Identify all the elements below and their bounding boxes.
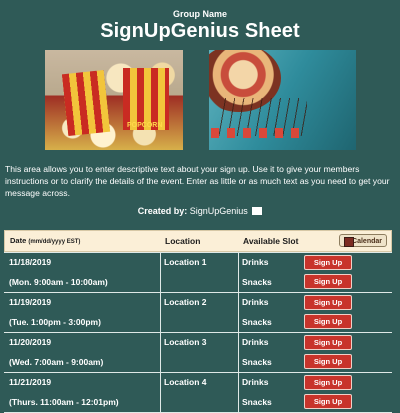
column-divider	[238, 333, 239, 372]
slot-snacks: Snacks	[242, 317, 272, 327]
sign-up-button[interactable]: Sign Up	[304, 295, 352, 310]
swing-carousel-image	[209, 50, 356, 150]
row-location: Location 3	[164, 337, 207, 347]
sign-up-button[interactable]: Sign Up	[304, 314, 352, 329]
slot-snacks: Snacks	[242, 357, 272, 367]
row-location: Location 4	[164, 377, 207, 387]
creator-name[interactable]: SignUpGenius	[190, 206, 248, 216]
table-row: 11/21/2019 (Thurs. 11:00am - 12:01pm) Lo…	[4, 372, 392, 413]
group-name: Group Name	[172, 9, 227, 19]
popcorn-box-left	[61, 69, 111, 137]
header-date-label: Date	[10, 236, 27, 245]
row-location: Location 2	[164, 297, 207, 307]
slot-drinks: Drinks	[242, 377, 269, 387]
slot-drinks: Drinks	[242, 297, 269, 307]
header-slot: Available Slot	[243, 236, 299, 246]
sheet-title: SignUpGenius Sheet	[100, 20, 300, 42]
table-row: 11/18/2019 (Mon. 9:00am - 10:00am) Locat…	[4, 252, 392, 292]
table-row: 11/19/2019 (Tue. 1:00pm - 3:00pm) Locati…	[4, 292, 392, 332]
calendar-icon	[344, 237, 354, 247]
popcorn-image: POPCORN	[45, 50, 183, 150]
column-divider	[160, 253, 161, 292]
row-date: 11/19/2019	[9, 297, 52, 307]
slot-drinks: Drinks	[242, 257, 269, 267]
column-divider	[160, 333, 161, 372]
row-location: Location 1	[164, 257, 207, 267]
calendar-button-label: Calendar	[352, 238, 382, 245]
signup-page: Group Name SignUpGenius Sheet POPCORN Th…	[0, 0, 400, 413]
sign-up-button[interactable]: Sign Up	[304, 375, 352, 390]
header-location: Location	[165, 236, 201, 246]
slot-drinks: Drinks	[242, 337, 269, 347]
sign-up-button[interactable]: Sign Up	[304, 335, 352, 350]
row-time: (Wed. 7:00am - 9:00am)	[9, 357, 104, 367]
signup-table: Date (mm/dd/yyyy EST) Location Available…	[4, 230, 392, 413]
sign-up-button[interactable]: Sign Up	[304, 394, 352, 409]
table-row: 11/20/2019 (Wed. 7:00am - 9:00am) Locati…	[4, 332, 392, 372]
sign-up-button[interactable]: Sign Up	[304, 274, 352, 289]
created-by-label: Created by:	[137, 206, 188, 216]
sign-up-button[interactable]: Sign Up	[304, 354, 352, 369]
carousel-seats	[211, 128, 307, 138]
signup-description: This area allows you to enter descriptiv…	[5, 164, 390, 198]
table-header-row: Date (mm/dd/yyyy EST) Location Available…	[4, 230, 392, 252]
column-divider	[160, 293, 161, 332]
row-date: 11/18/2019	[9, 257, 52, 267]
column-divider	[160, 373, 161, 412]
popcorn-box-right	[123, 68, 169, 130]
created-by: Created by: SignUpGenius	[0, 206, 400, 216]
popcorn-caption: POPCORN	[127, 122, 163, 129]
row-date: 11/21/2019	[9, 377, 52, 387]
column-divider	[238, 373, 239, 412]
header-date-format: (mm/dd/yyyy EST)	[28, 239, 81, 245]
row-time: (Tue. 1:00pm - 3:00pm)	[9, 317, 101, 327]
calendar-button[interactable]: Calendar	[339, 234, 387, 247]
row-date: 11/20/2019	[9, 337, 52, 347]
column-divider	[238, 253, 239, 292]
header-date: Date (mm/dd/yyyy EST)	[10, 236, 80, 245]
slot-snacks: Snacks	[242, 277, 272, 287]
envelope-icon[interactable]	[252, 207, 263, 215]
column-divider	[238, 293, 239, 332]
sign-up-button[interactable]: Sign Up	[304, 255, 352, 270]
row-time: (Mon. 9:00am - 10:00am)	[9, 277, 108, 287]
